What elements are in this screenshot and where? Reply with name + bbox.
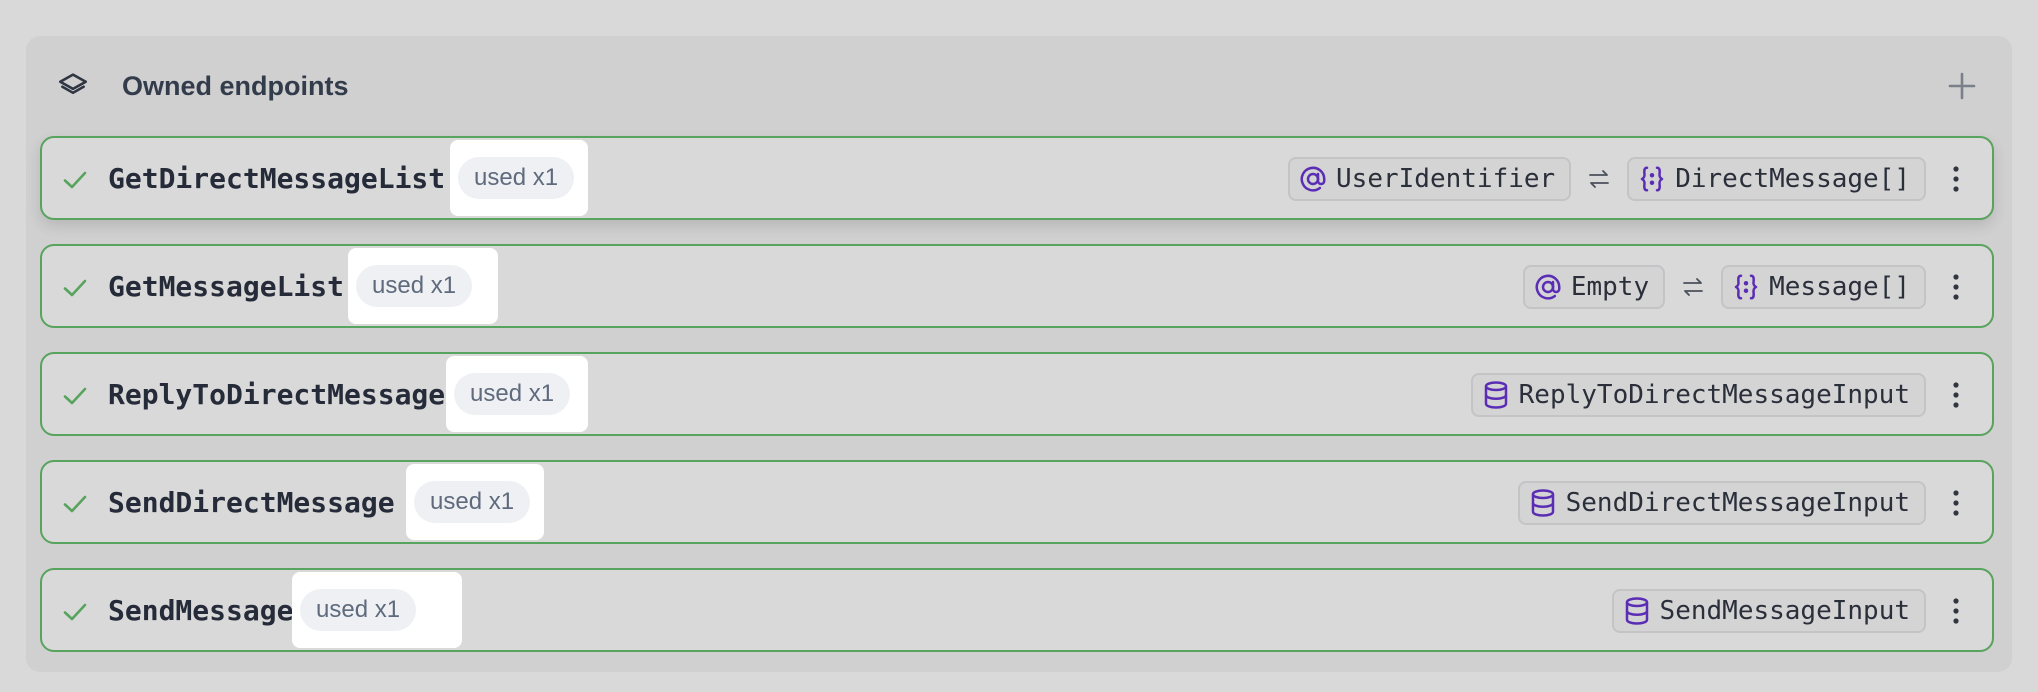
more-options-icon[interactable]: [1936, 157, 1976, 201]
owned-endpoints-panel: Owned endpoints GetDirectMessageList use…: [26, 36, 2012, 672]
usage-badge-container: used x1: [348, 248, 498, 324]
check-icon: [63, 387, 87, 405]
usage-badge[interactable]: used x1: [300, 589, 417, 631]
panel-title: Owned endpoints: [122, 71, 349, 101]
endpoint-row[interactable]: GetDirectMessageList used x1 UserIdentif…: [40, 136, 1994, 220]
input-type-chip[interactable]: SendMessageInput: [1611, 589, 1926, 633]
swap-arrows-icon: [1665, 265, 1721, 309]
input-type-label: SendDirectMessageInput: [1565, 488, 1910, 518]
endpoint-row[interactable]: SendDirectMessage used x1 SendDirectMess…: [40, 460, 1994, 544]
check-icon: [63, 603, 87, 621]
braces-icon: [1734, 274, 1758, 300]
panel-header: Owned endpoints: [26, 36, 2012, 136]
add-endpoint-button[interactable]: [1942, 66, 1982, 106]
layers-icon: [58, 73, 88, 95]
more-options-icon[interactable]: [1936, 481, 1976, 525]
swap-arrows-icon: [1571, 157, 1627, 201]
endpoint-name: GetMessageList: [108, 270, 345, 303]
braces-icon: [1640, 166, 1664, 192]
more-options-icon[interactable]: [1936, 589, 1976, 633]
usage-badge[interactable]: used x1: [356, 265, 473, 307]
endpoint-types: UserIdentifier DirectMessage[]: [1288, 156, 1976, 202]
check-icon: [63, 171, 87, 189]
input-type-label: SendMessageInput: [1659, 596, 1910, 626]
database-icon: [1625, 597, 1648, 625]
at-icon: [1300, 166, 1326, 192]
more-options-icon[interactable]: [1936, 373, 1976, 417]
endpoint-types: SendMessageInput: [1611, 588, 1976, 634]
input-type-label: UserIdentifier: [1336, 164, 1556, 194]
endpoint-types: ReplyToDirectMessageInput: [1470, 372, 1976, 418]
usage-badge[interactable]: used x1: [414, 481, 531, 523]
endpoint-name: ReplyToDirectMessage: [108, 378, 446, 411]
plus-icon: [1948, 72, 1976, 100]
endpoint-row[interactable]: GetMessageList used x1 Empty Message[]: [40, 244, 1994, 328]
endpoint-row[interactable]: ReplyToDirectMessage used x1 ReplyToDire…: [40, 352, 1994, 436]
check-icon: [63, 495, 87, 513]
usage-badge-container: used x1: [450, 140, 588, 216]
endpoint-name: SendMessage: [108, 594, 294, 627]
endpoint-row[interactable]: SendMessage used x1 SendMessageInput: [40, 568, 1994, 652]
output-type-chip[interactable]: Message[]: [1721, 265, 1926, 309]
more-options-icon[interactable]: [1936, 265, 1976, 309]
check-icon: [63, 279, 87, 297]
input-type-label: Empty: [1570, 272, 1650, 302]
at-icon: [1535, 274, 1561, 300]
endpoint-types: SendDirectMessageInput: [1517, 480, 1976, 526]
input-type-label: ReplyToDirectMessageInput: [1518, 380, 1910, 410]
usage-badge[interactable]: used x1: [458, 157, 575, 199]
database-icon: [1531, 489, 1554, 517]
output-type-label: DirectMessage[]: [1675, 164, 1910, 194]
usage-badge-container: used x1: [292, 572, 462, 648]
endpoint-name: SendDirectMessage: [108, 486, 395, 519]
input-type-chip[interactable]: SendDirectMessageInput: [1517, 481, 1926, 525]
usage-badge-container: used x1: [446, 356, 588, 432]
input-type-chip[interactable]: ReplyToDirectMessageInput: [1470, 373, 1926, 417]
output-type-label: Message[]: [1769, 272, 1910, 302]
endpoint-name: GetDirectMessageList: [108, 162, 446, 195]
database-icon: [1484, 381, 1507, 409]
usage-badge[interactable]: used x1: [454, 373, 571, 415]
input-type-chip[interactable]: UserIdentifier: [1288, 157, 1572, 201]
endpoint-types: Empty Message[]: [1522, 264, 1976, 310]
input-type-chip[interactable]: Empty: [1522, 265, 1666, 309]
output-type-chip[interactable]: DirectMessage[]: [1627, 157, 1926, 201]
usage-badge-container: used x1: [406, 464, 544, 540]
